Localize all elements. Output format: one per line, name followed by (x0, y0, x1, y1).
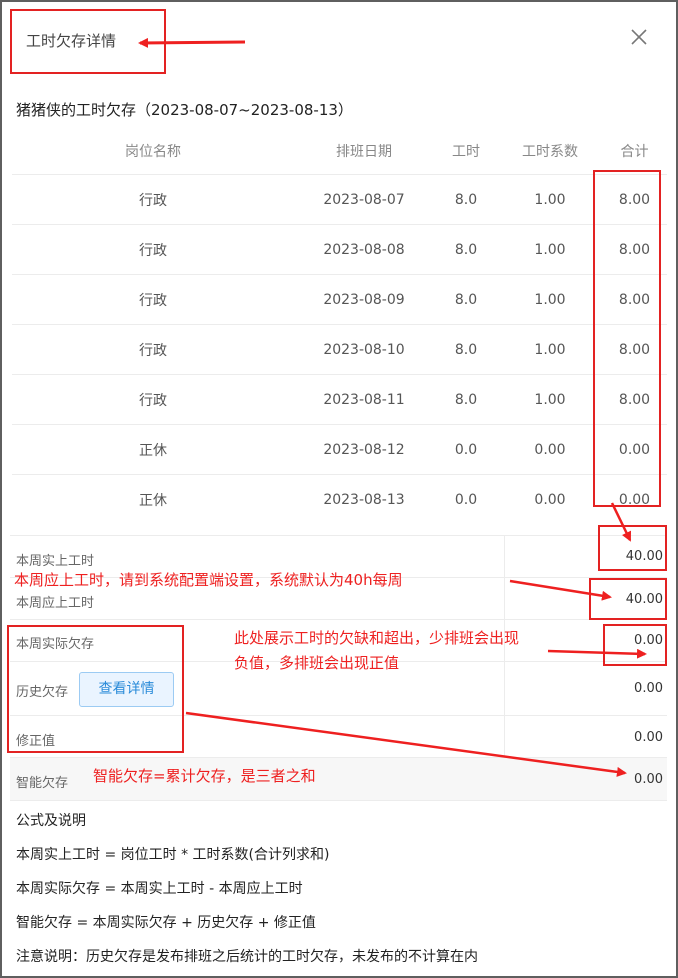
smart-balance-arrow (185, 711, 627, 777)
required-hours-arrow (509, 579, 612, 601)
total-column-arrow (610, 502, 632, 542)
title-arrow (138, 37, 246, 48)
weekly-balance-arrow (547, 648, 647, 659)
annotation-arrows (138, 37, 647, 777)
